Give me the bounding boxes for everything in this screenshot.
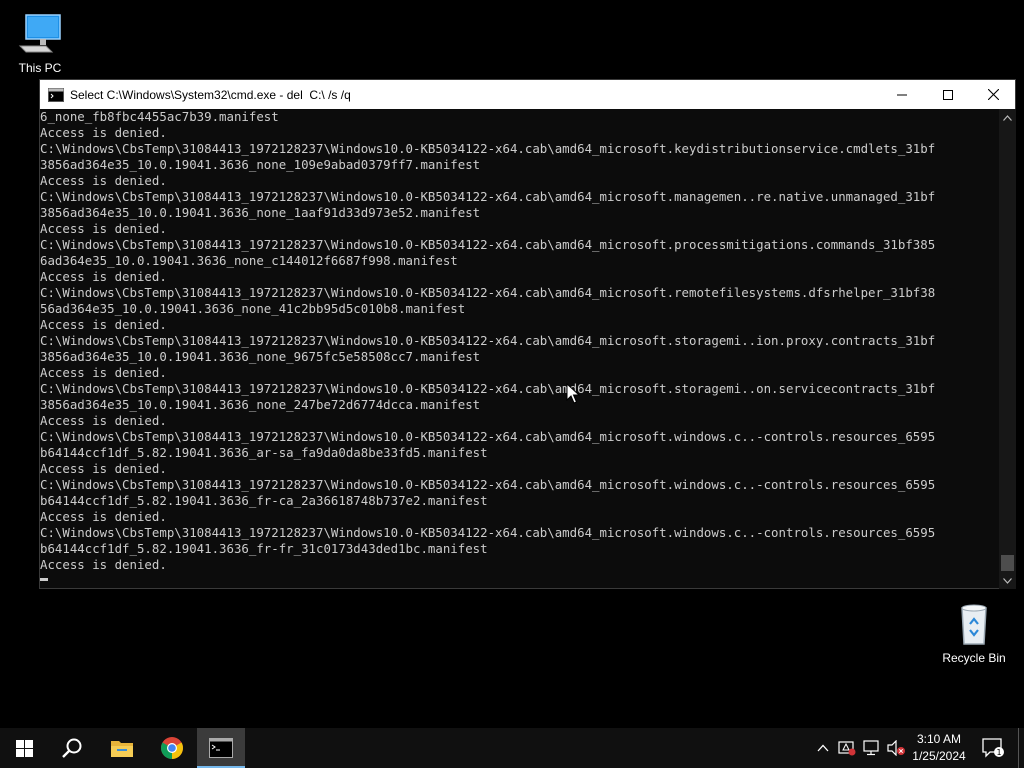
desktop-icon-recycle-bin[interactable]: Recycle Bin <box>934 600 1014 665</box>
console-line: Access is denied. <box>40 413 167 428</box>
maximize-icon <box>943 89 953 100</box>
taskbar-clock[interactable]: 3:10 AM 1/25/2024 <box>910 728 968 768</box>
cmd-window[interactable]: Select C:\Windows\System32\cmd.exe - del… <box>39 79 1016 589</box>
vertical-scrollbar[interactable] <box>999 109 1016 589</box>
console-line: 6ad364e35_10.0.19041.3636_none_c144012f6… <box>40 253 458 268</box>
desktop-icon-this-pc[interactable]: This PC <box>0 8 80 75</box>
tray-network[interactable] <box>860 728 882 768</box>
scroll-thumb[interactable] <box>1001 555 1014 571</box>
console-line: Access is denied. <box>40 173 167 188</box>
console-line: C:\Windows\CbsTemp\31084413_1972128237\W… <box>40 477 936 492</box>
minimize-icon <box>897 94 907 95</box>
taskbar-file-explorer[interactable] <box>98 728 146 768</box>
recycle-bin-icon <box>961 604 987 645</box>
console-line: Access is denied. <box>40 461 167 476</box>
console-line: Access is denied. <box>40 221 167 236</box>
console-line: 3856ad364e35_10.0.19041.3636_none_109e9a… <box>40 157 481 172</box>
chevron-up-icon <box>817 744 829 752</box>
scroll-down-button[interactable] <box>999 572 1016 589</box>
window-titlebar[interactable]: Select C:\Windows\System32\cmd.exe - del… <box>40 80 1015 109</box>
this-pc-icon <box>18 14 61 53</box>
search-button[interactable] <box>48 728 96 768</box>
console-line: C:\Windows\CbsTemp\31084413_1972128237\W… <box>40 237 936 252</box>
console-line: C:\Windows\CbsTemp\31084413_1972128237\W… <box>40 141 936 156</box>
volume-muted-icon <box>887 740 905 756</box>
console-line: C:\Windows\CbsTemp\31084413_1972128237\W… <box>40 381 936 396</box>
tray-security[interactable] <box>836 728 858 768</box>
console-line: b64144ccf1df_5.82.19041.3636_ar-sa_fa9da… <box>40 445 488 460</box>
security-warning-icon <box>838 741 856 756</box>
console-line: b64144ccf1df_5.82.19041.3636_fr-ca_2a366… <box>40 493 488 508</box>
close-button[interactable] <box>970 80 1016 109</box>
chrome-icon <box>161 737 183 759</box>
window-title: Select C:\Windows\System32\cmd.exe - del… <box>70 87 351 102</box>
console-line: 56ad364e35_10.0.19041.3636_none_41c2bb95… <box>40 301 466 316</box>
console-line: Access is denied. <box>40 365 167 380</box>
network-icon <box>863 740 879 756</box>
console-line: 6_none_fb8fbc4455ac7b39.manifest <box>40 109 279 124</box>
taskbar: 3:10 AM 1/25/2024 1 <box>0 728 1024 768</box>
cmd-app-icon <box>48 87 64 102</box>
console-line: 3856ad364e35_10.0.19041.3636_none_9675fc… <box>40 349 481 364</box>
taskbar-chrome[interactable] <box>148 728 196 768</box>
search-icon <box>62 738 82 758</box>
chevron-up-icon <box>1003 114 1012 121</box>
minimize-button[interactable] <box>879 80 925 109</box>
text-cursor <box>40 578 48 581</box>
clock-time: 3:10 AM <box>916 732 962 746</box>
notification-icon: 1 <box>982 738 1004 758</box>
console-line: 3856ad364e35_10.0.19041.3636_none_1aaf91… <box>40 205 481 220</box>
windows-logo-icon <box>15 739 33 757</box>
desktop-icon-label: Recycle Bin <box>942 651 1006 665</box>
console-line: Access is denied. <box>40 557 167 572</box>
console-line: C:\Windows\CbsTemp\31084413_1972128237\W… <box>40 333 936 348</box>
desktop-icon-label: This PC <box>18 61 62 75</box>
action-center-button[interactable]: 1 <box>976 728 1010 768</box>
console-line: b64144ccf1df_5.82.19041.3636_fr-fr_31c01… <box>40 541 488 556</box>
close-icon <box>987 89 999 100</box>
console-line: Access is denied. <box>40 125 167 140</box>
console-output[interactable]: 6_none_fb8fbc4455ac7b39.manifest Access … <box>40 109 999 589</box>
tray-volume[interactable] <box>884 728 908 768</box>
console-line: Access is denied. <box>40 317 167 332</box>
console-line: Access is denied. <box>40 269 167 284</box>
console-line: C:\Windows\CbsTemp\31084413_1972128237\W… <box>40 189 936 204</box>
show-hidden-icons-button[interactable] <box>812 728 834 768</box>
console-line: C:\Windows\CbsTemp\31084413_1972128237\W… <box>40 525 936 540</box>
cmd-icon <box>209 738 233 758</box>
scroll-up-button[interactable] <box>999 109 1016 126</box>
console-line: 3856ad364e35_10.0.19041.3636_none_247be7… <box>40 397 481 412</box>
svg-text:1: 1 <box>996 748 1001 757</box>
mouse-pointer-icon <box>566 383 580 404</box>
console-line: C:\Windows\CbsTemp\31084413_1972128237\W… <box>40 285 936 300</box>
maximize-button[interactable] <box>925 80 971 109</box>
show-desktop-button[interactable] <box>1018 728 1024 768</box>
folder-icon <box>111 741 133 757</box>
taskbar-command-prompt[interactable] <box>197 728 245 768</box>
chevron-down-icon <box>1003 577 1012 584</box>
console-line: C:\Windows\CbsTemp\31084413_1972128237\W… <box>40 429 936 444</box>
start-button[interactable] <box>0 728 48 768</box>
clock-date: 1/25/2024 <box>912 749 966 763</box>
console-line: Access is denied. <box>40 509 167 524</box>
